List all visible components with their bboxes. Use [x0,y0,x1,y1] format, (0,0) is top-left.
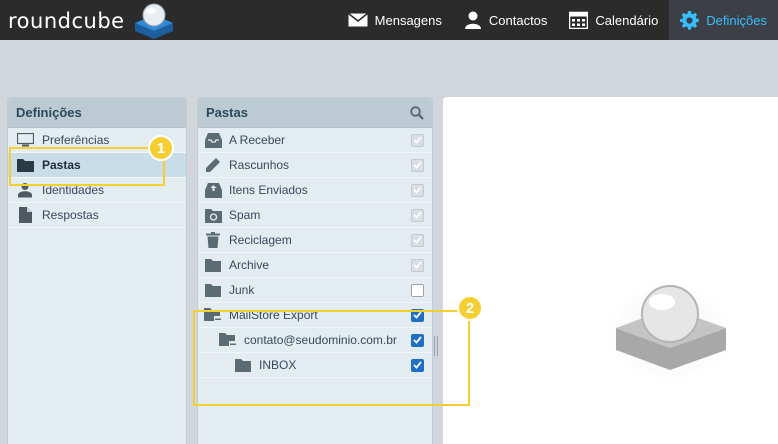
settings-item-label: Respostas [42,208,99,222]
folder-row[interactable]: A Receber [198,128,432,153]
folder-name: Archive [229,258,270,272]
search-icon[interactable] [410,106,424,120]
annotation-badge-1: 1 [148,135,174,161]
folder-row[interactable]: Junk [198,278,432,303]
folder-row[interactable]: Spam [198,203,432,228]
content-frame [443,97,778,444]
nav-mail-label: Mensagens [374,12,442,28]
folder-name: Itens Enviados [229,183,308,197]
inbox-icon [204,132,222,148]
folder-name: A Receber [229,133,286,147]
settings-item-label: Preferências [42,133,110,147]
folder-row[interactable]: Archive [198,253,432,278]
annotation-badge-2: 2 [457,295,483,321]
folder-row[interactable]: Rascunhos [198,153,432,178]
subscribe-checkbox [411,133,424,147]
nav-calendar[interactable]: Calendário [558,0,669,40]
person-icon [464,11,481,29]
folder-row[interactable]: Itens Enviados [198,178,432,203]
nav-settings[interactable]: Definições [669,0,778,40]
subscribe-checkbox [411,233,424,247]
nav-calendar-label: Calendário [595,12,659,28]
settings-panel-title: Definições [8,98,186,128]
top-bar: roundcube Mensagens Contactos Calendário… [0,0,778,40]
pencil-icon [204,157,222,173]
nav-contacts-label: Contactos [488,12,548,28]
logo-cube-icon [134,3,173,39]
trash-icon [204,232,222,248]
folder-icon [204,282,222,298]
main-nav: Mensagens Contactos Calendário Definiçõe… [337,0,778,40]
nav-contacts[interactable]: Contactos [453,0,559,40]
monitor-icon [16,132,34,148]
subscribe-checkbox [411,183,424,197]
subscribe-checkbox [411,208,424,222]
gear-icon [680,10,700,30]
subscribe-checkbox [411,258,424,272]
folder-name: Rascunhos [229,158,290,172]
highlight-box-folders [9,147,165,186]
folder-name: Reciclagem [229,233,292,247]
spam-icon [204,207,222,223]
roundcube-logo[interactable]: roundcube [8,3,177,39]
envelope-icon [347,13,368,27]
settings-item-responses[interactable]: Respostas [8,203,186,228]
sent-icon [204,182,222,198]
folder-name: Junk [229,283,255,297]
document-icon [16,207,34,223]
folders-panel-title: Pastas [206,105,248,120]
roundcube-watermark-icon [608,282,732,382]
calendar-icon [569,11,589,29]
folders-panel-header: Pastas [198,98,432,128]
nav-mail[interactable]: Mensagens [337,0,453,40]
subscribe-checkbox[interactable] [411,283,424,297]
folder-name: Spam [229,208,261,222]
folder-icon [204,257,222,273]
highlight-box-mailstore [193,310,470,406]
nav-settings-label: Definições [706,12,767,28]
folder-row[interactable]: Reciclagem [198,228,432,253]
subscribe-checkbox [411,158,424,172]
logo-text: roundcube [8,9,125,33]
